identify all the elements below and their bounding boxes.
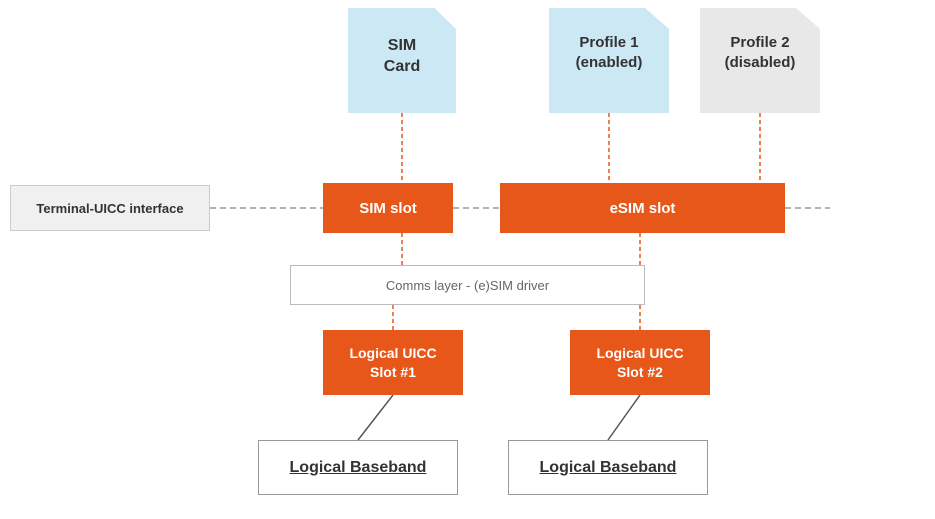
- profile2-label: Profile 2 (disabled): [700, 33, 820, 72]
- esim-slot-box: eSIM slot: [500, 183, 785, 233]
- logical-baseband2-label: Logical Baseband: [540, 459, 677, 477]
- logical-baseband1-box: Logical Baseband: [258, 440, 458, 495]
- comms-layer-box: Comms layer - (e)SIM driver: [290, 265, 645, 305]
- sim-slot-label: SIM slot: [359, 200, 417, 217]
- logical-uicc-slot1-box: Logical UICC Slot #1: [323, 330, 463, 395]
- logical-uicc-slot2-box: Logical UICC Slot #2: [570, 330, 710, 395]
- terminal-uicc-box: Terminal-UICC interface: [10, 185, 210, 231]
- esim-slot-label: eSIM slot: [610, 200, 676, 217]
- terminal-uicc-label: Terminal-UICC interface: [36, 201, 183, 216]
- logical-baseband2-box: Logical Baseband: [508, 440, 708, 495]
- sim-card-box: SIM Card: [348, 8, 456, 113]
- comms-layer-label: Comms layer - (e)SIM driver: [386, 278, 549, 293]
- sim-card-label: SIM Card: [348, 36, 456, 78]
- logical-uicc-slot1-label: Logical UICC Slot #1: [349, 344, 436, 380]
- profile1-label: Profile 1 (enabled): [549, 33, 669, 72]
- profile1-box: Profile 1 (enabled): [549, 8, 669, 113]
- logical-baseband1-label: Logical Baseband: [290, 459, 427, 477]
- sim-slot-box: SIM slot: [323, 183, 453, 233]
- profile2-box: Profile 2 (disabled): [700, 8, 820, 113]
- logical-uicc-slot2-label: Logical UICC Slot #2: [596, 344, 683, 380]
- architecture-diagram: SIM Card Profile 1 (enabled) Profile 2 (…: [0, 0, 935, 519]
